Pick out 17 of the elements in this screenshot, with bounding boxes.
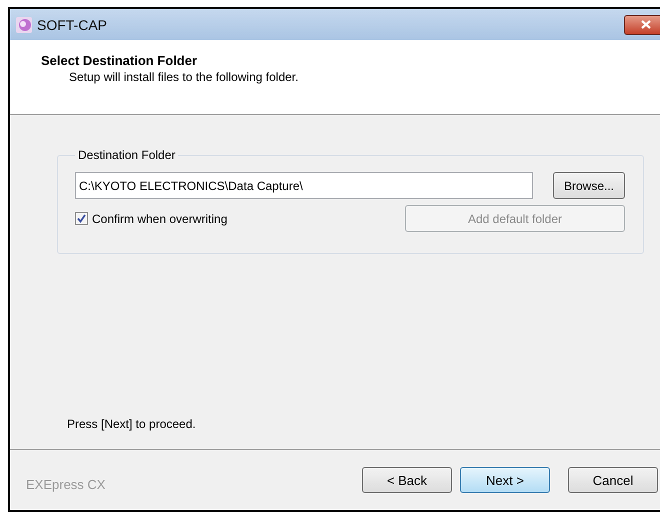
- wizard-button[interactable]: Cancel: [568, 467, 658, 493]
- checkbox[interactable]: [75, 212, 88, 225]
- brand-label: EXEpress CX: [26, 476, 106, 492]
- instruction-text: Press [Next] to proceed.: [67, 417, 197, 431]
- close-button[interactable]: [624, 14, 660, 34]
- checkmark-icon: [77, 214, 86, 223]
- close-icon: [641, 20, 651, 29]
- page-subtitle: Setup will install files to the following folder.: [68, 70, 300, 84]
- window-title: SOFT-CAP: [37, 16, 108, 32]
- app-icon: [16, 16, 32, 32]
- wizard-button[interactable]: < Back: [362, 467, 452, 493]
- browse-button[interactable]: Browse...: [553, 172, 625, 199]
- page-title: Select Destination Folder: [41, 53, 198, 68]
- group-label: Destination Folder: [77, 148, 176, 162]
- wizard-button[interactable]: Next >: [460, 467, 550, 493]
- path-field[interactable]: C:\KYOTO ELECTRONICS\Data Capture\: [75, 172, 533, 199]
- checkbox-label: Confirm when overwriting: [92, 212, 228, 226]
